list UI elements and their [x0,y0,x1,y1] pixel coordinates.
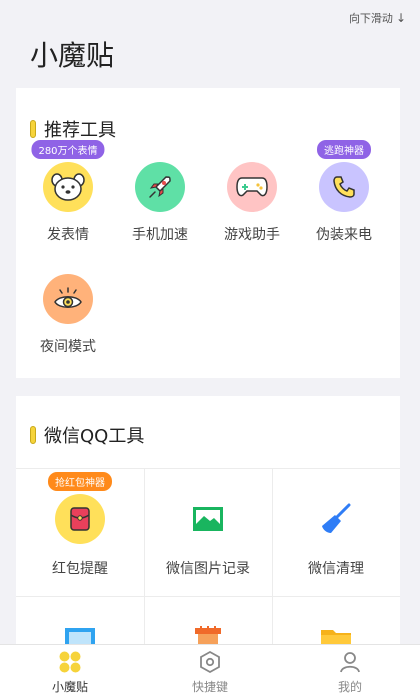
tab-label: 我的 [337,680,362,694]
page-title: 小魔贴 [30,39,115,72]
tool-night-mode[interactable]: 夜间模式 [22,274,114,356]
gamepad-icon [227,162,277,212]
section-title: 推荐工具 [44,120,116,141]
bottom-tab-bar: 小魔贴 快捷键 我的 [0,644,420,700]
broom-icon [311,494,361,544]
divider [16,596,400,597]
tab-shortcuts[interactable]: 快捷键 [140,645,280,700]
section-marker-icon [30,426,36,444]
recommended-section-header: 推荐工具 [30,116,116,142]
tool-wechat-cleanup[interactable]: 微信清理 [272,494,400,578]
dog-face-icon [43,162,93,212]
wechat-qq-section-header: 微信QQ工具 [30,422,144,448]
hexagon-icon [200,650,220,674]
tool-label: 微信清理 [308,561,364,577]
eye-icon [43,274,93,324]
tool-label: 红包提醒 [52,561,108,577]
tool-label: 手机加速 [132,227,188,243]
tab-label: 快捷键 [191,680,228,694]
rocket-icon [135,162,185,212]
section-marker-icon [30,120,36,138]
tool-partial-1[interactable] [16,624,144,646]
wechat-qq-tools-card: 微信QQ工具 抢红包神器 红包提醒 微信图片记录 微信清理 [16,396,400,646]
folder-icon [311,624,361,646]
tool-label: 游戏助手 [224,227,280,243]
divider [16,468,400,469]
recommended-tools-card: 推荐工具 280万个表情 发表情 手机加速 游戏助手 逃跑神器 伪装来电 夜间模… [16,88,400,378]
phone-icon [319,162,369,212]
red-envelope-badge: 抢红包神器 [48,472,112,491]
tool-label: 发表情 [47,227,89,243]
image-icon [183,494,233,544]
person-icon [340,652,360,673]
escape-badge: 逃跑神器 [317,140,371,159]
shop-icon [183,624,233,646]
tab-label: 小魔贴 [51,680,88,694]
tool-game-assistant[interactable]: 游戏助手 [206,162,298,244]
tool-fake-call[interactable]: 逃跑神器 伪装来电 [298,140,390,244]
grid-dots-icon [59,651,81,673]
section-title: 微信QQ工具 [44,426,145,447]
arrow-down-icon: ↓ [395,11,406,25]
tool-partial-3[interactable] [272,624,400,646]
tool-red-envelope-reminder[interactable]: 抢红包神器 红包提醒 [16,472,144,578]
image-icon [55,624,105,646]
tab-profile[interactable]: 我的 [280,645,420,700]
scroll-hint: 向下滑动 ↓ [349,10,406,26]
tool-partial-2[interactable] [144,624,272,646]
tool-label: 微信图片记录 [166,561,250,577]
tool-send-sticker[interactable]: 280万个表情 发表情 [22,140,114,244]
sticker-count-badge: 280万个表情 [31,140,105,159]
tab-home[interactable]: 小魔贴 [0,645,140,700]
tool-phone-boost[interactable]: 手机加速 [114,162,206,244]
tool-label: 伪装来电 [316,227,372,243]
tool-wechat-image-record[interactable]: 微信图片记录 [144,494,272,578]
red-envelope-icon [55,494,105,544]
tool-label: 夜间模式 [40,339,96,355]
scroll-hint-label: 向下滑动 [348,12,393,25]
